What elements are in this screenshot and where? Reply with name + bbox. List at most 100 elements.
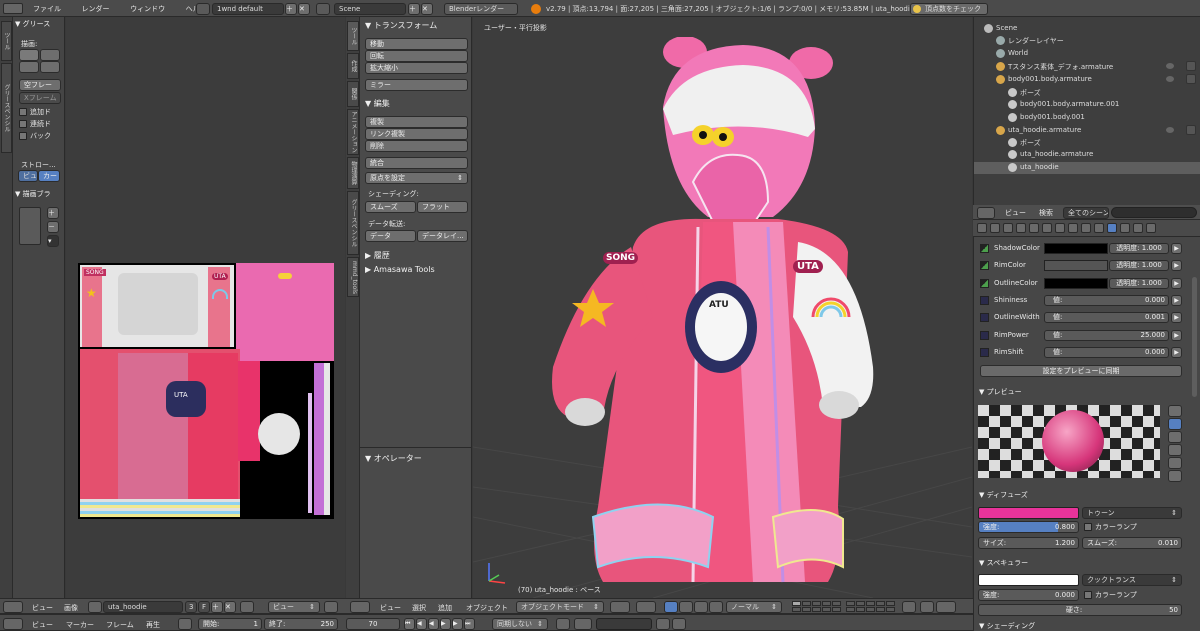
tab-grease-pencil-3d[interactable]: グリースペンシル [347,191,359,255]
interaction-mode-select[interactable]: オブジェクトモード ⇕ [516,601,604,613]
next-key-icon[interactable]: ▶ [452,618,463,630]
view3d-editor-type-icon[interactable] [350,601,370,613]
x-frame-button[interactable]: Xフレーム [19,92,61,104]
view3d-add-menu[interactable]: 追加 [438,603,452,613]
view3d-view-menu[interactable]: ビュー [380,603,401,613]
shade-smooth-button[interactable]: スムーズ [365,201,416,213]
edit-header[interactable]: ▼ 編集 [365,98,390,109]
data-layout-button[interactable]: データレイ... [417,230,468,242]
preview-sphere-icon[interactable] [1168,418,1182,430]
lock-icon[interactable] [902,601,916,613]
back-checkbox[interactable]: バック [19,131,51,141]
layout-remove-button[interactable]: ✕ [298,3,310,15]
link-arrow-button[interactable]: ▶ [1171,347,1182,358]
toon-smooth-field[interactable]: スムーズ: 0.010 [1082,537,1182,549]
properties-tab-icon[interactable] [977,223,987,233]
image-users-count[interactable]: 3 [185,601,197,613]
outliner-editor-icon[interactable] [977,207,995,219]
layer-toggle[interactable] [832,601,841,606]
layer-toggle[interactable] [822,601,831,606]
view3d-select-menu[interactable]: 選択 [412,603,426,613]
diffuse-header[interactable]: ▼ ディフューズ [979,490,1028,500]
check-vertices-button[interactable]: 頂点数をチェック [910,3,988,15]
timeline-view-menu[interactable]: ビュー [32,620,53,630]
sync-mode-select[interactable]: 同期しない ⇕ [492,618,548,630]
image-mode-select[interactable]: ビュー ⇕ [268,601,320,613]
snap-icon[interactable] [920,601,934,613]
viewport-shading-icon[interactable] [610,601,630,613]
restrict-select-icon[interactable] [1186,74,1196,84]
preview-sky-icon[interactable] [1168,470,1182,482]
draw-erase-icon[interactable] [40,49,60,61]
layer-toggle[interactable] [846,601,855,606]
tab-physics[interactable]: 物理演算 [347,157,359,189]
image-view-menu[interactable]: ビュー [32,603,53,613]
properties-tab-icon[interactable] [1029,223,1039,233]
tab-grease-pencil[interactable]: グリースペンシル [1,63,12,153]
properties-tab-icon[interactable] [1068,223,1078,233]
scene-icon[interactable] [316,3,330,15]
properties-tab-icon[interactable] [1120,223,1130,233]
layer-toggle[interactable] [822,607,831,612]
visibility-eye-icon[interactable] [1166,63,1174,69]
value-field[interactable]: 値: 0.001 [1044,312,1169,323]
manipulator-translate-icon[interactable] [679,601,693,613]
keying-set-icon[interactable] [574,618,592,630]
shade-flat-button[interactable]: フラット [417,201,468,213]
layer-toggle[interactable] [876,601,885,606]
record-icon[interactable] [556,618,570,630]
tab-create[interactable]: 作成 [347,53,359,79]
layer-toggle[interactable] [832,607,841,612]
material-tab-icon[interactable] [1107,223,1117,233]
preview-monkey-icon[interactable] [1168,444,1182,456]
diffuse-ramp-checkbox[interactable]: カラーランプ [1084,522,1137,532]
diffuse-shader-select[interactable]: トゥーン ⇕ [1082,507,1182,519]
timeline-playback-menu[interactable]: 再生 [146,620,160,630]
data-transfer-button[interactable]: データ [365,230,416,242]
link-arrow-button[interactable]: ▶ [1171,243,1182,254]
history-header[interactable]: ▶ 履歴 [365,250,390,261]
jump-end-icon[interactable]: ⏭ [464,618,475,630]
outliner-row[interactable]: World [974,48,1200,60]
specular-color-swatch[interactable] [978,574,1079,586]
layout-add-button[interactable]: ＋ [285,3,297,15]
scene-select[interactable]: Scene [334,3,406,15]
layer-toggle[interactable] [792,601,801,606]
jump-start-icon[interactable]: ⏮ [404,618,415,630]
tab-relations[interactable]: 関係 [347,81,359,107]
grease-header[interactable]: ▼ グリース [15,19,50,29]
outliner-row[interactable]: body001.body.001 [974,112,1200,124]
specular-ramp-checkbox[interactable]: カラーランプ [1084,590,1137,600]
draw-pencil-icon[interactable] [19,49,39,61]
link-arrow-button[interactable]: ▶ [1171,260,1182,271]
image-display-icon[interactable] [324,601,338,613]
layer-toggle[interactable] [812,601,821,606]
timeline-frame-menu[interactable]: フレーム [106,620,134,630]
outliner-row[interactable]: ポーズ [974,137,1200,149]
outliner-row[interactable]: uta_hoodie [974,162,1200,174]
pivot-point-icon[interactable] [636,601,656,613]
outliner-row[interactable]: body001.body.armature.001 [974,99,1200,111]
properties-tab-icon[interactable] [1003,223,1013,233]
join-button[interactable]: 統合 [365,157,468,169]
set-origin-dropdown[interactable]: 原点を設定 ⇕ [365,172,468,184]
layer-toggle[interactable] [856,607,865,612]
image-open-button[interactable]: ✕ [224,601,236,613]
outliner-row[interactable]: body001.body.armature [974,74,1200,86]
value-field[interactable]: 値: 0.000 [1044,347,1169,358]
layer-toggle[interactable] [866,607,875,612]
brush-preview[interactable] [19,207,41,245]
transform-header[interactable]: ▼ トランスフォーム [365,20,437,31]
link-arrow-button[interactable]: ▶ [1171,295,1182,306]
image-browse-icon[interactable] [88,601,102,613]
hardness-field[interactable]: 硬さ: 50 [978,604,1182,616]
draw-line-icon[interactable] [19,61,39,73]
properties-tab-icon[interactable] [1055,223,1065,233]
layer-toggle[interactable] [886,607,895,612]
play-icon[interactable]: ▶ [440,618,451,630]
restrict-select-icon[interactable] [1186,61,1196,71]
preview-flat-icon[interactable] [1168,405,1182,417]
delete-button[interactable]: 削除 [365,140,468,152]
rotate-button[interactable]: 回転 [365,50,468,62]
properties-tab-icon[interactable] [1016,223,1026,233]
